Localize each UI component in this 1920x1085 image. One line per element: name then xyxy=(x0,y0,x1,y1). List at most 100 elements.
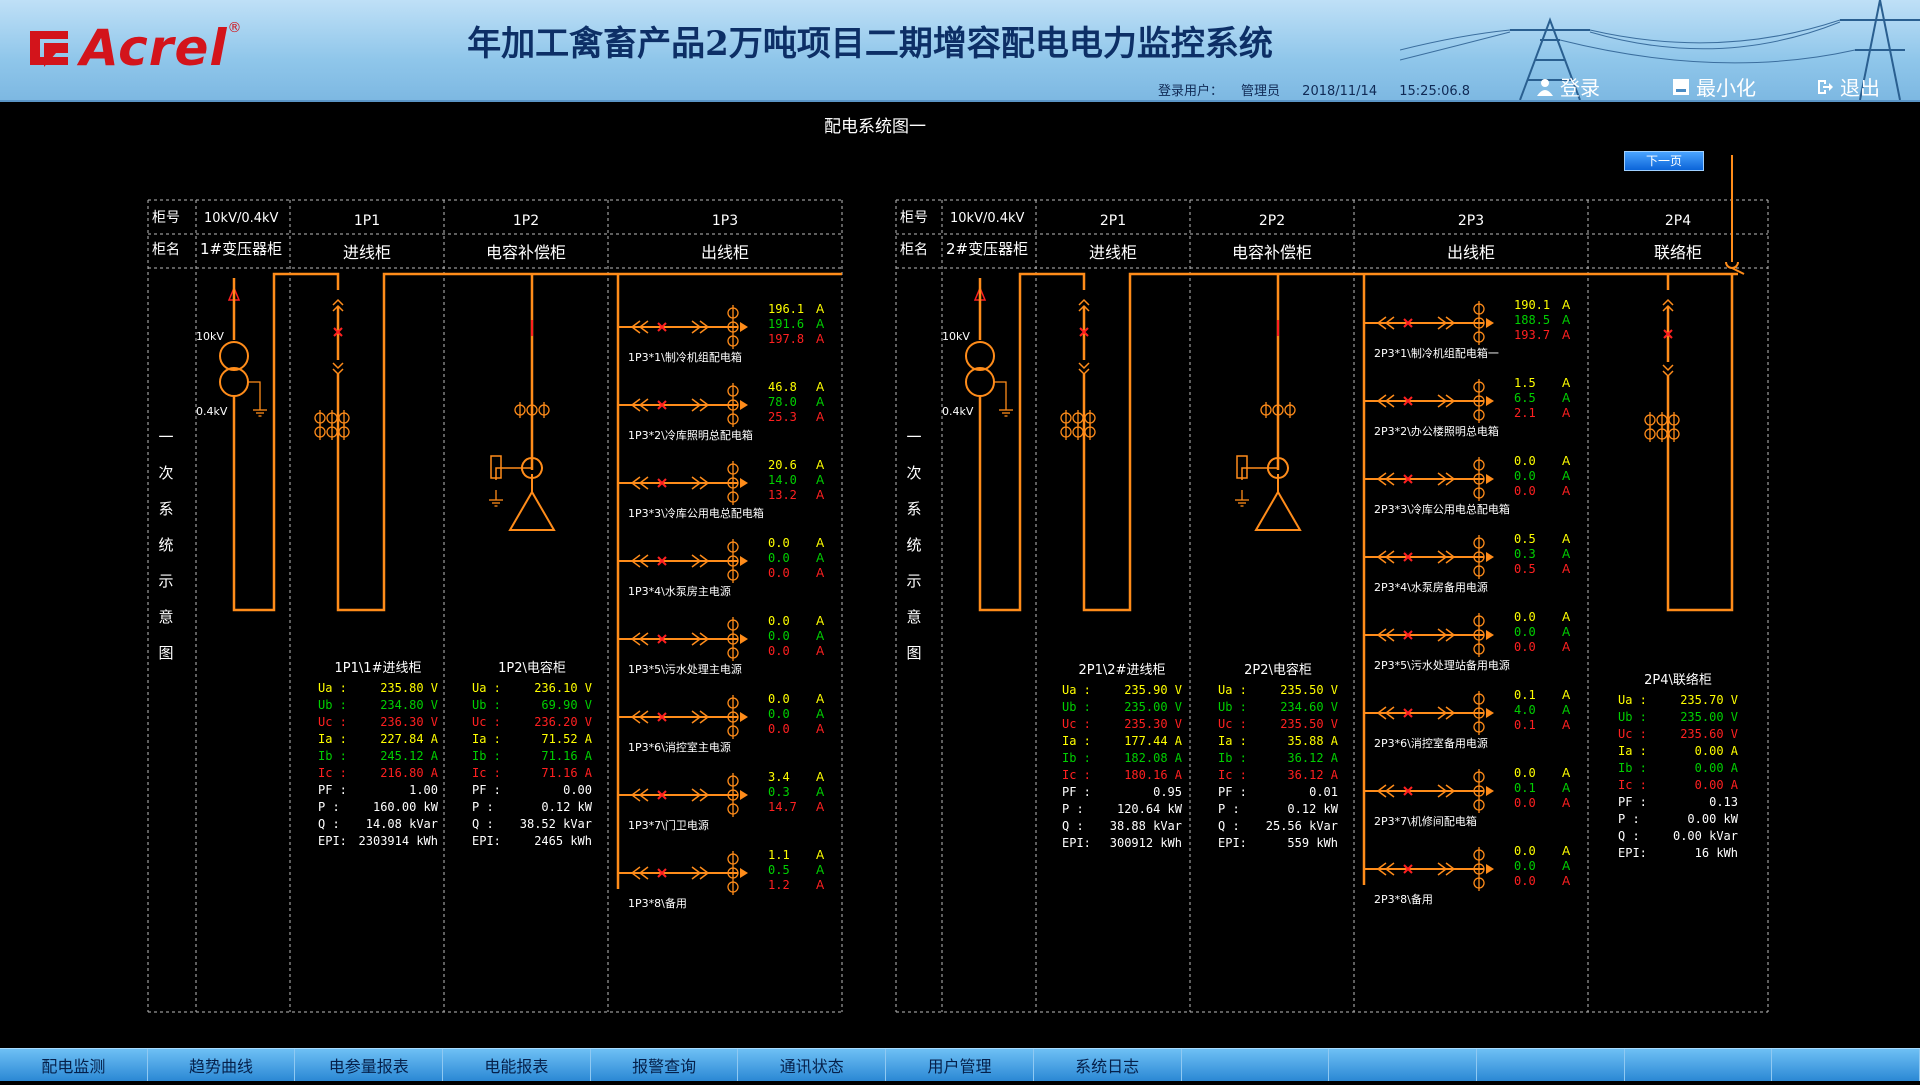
right-feeder-unit: A xyxy=(1562,766,1571,780)
left-arrow-icon xyxy=(740,556,748,566)
right-meter-key: EPI: xyxy=(1618,846,1647,860)
right-feeder-7: 0.00.10.0AAA2P3*7\机修间配电箱 xyxy=(1374,766,1571,828)
left-meter-key: Ia : xyxy=(472,732,501,746)
left-feeder-ic: 14.7 xyxy=(768,800,797,814)
right-feeder-5: 0.00.00.0AAA2P3*5\污水处理站备用电源 xyxy=(1374,610,1571,672)
left-feeder-6: 0.00.00.0AAA1P3*6\消控室主电源 xyxy=(628,692,825,754)
right-col-name-2P1: 进线柜 xyxy=(1089,243,1137,262)
right-feeder-unit: A xyxy=(1562,328,1571,342)
left-feeder-unit: A xyxy=(816,614,825,628)
left-feeder-unit: A xyxy=(816,410,825,424)
right-label-04kv: 0.4kV xyxy=(942,405,974,418)
nav-tab-7[interactable]: 用户管理 xyxy=(886,1049,1034,1081)
left-vertical-label-char: 次 xyxy=(158,464,173,482)
left-arrow-icon xyxy=(740,400,748,410)
right-meter-key: Ia : xyxy=(1218,734,1247,748)
left-feeder-name: 1P3*5\污水处理主电源 xyxy=(628,662,742,676)
left-feeder-ia: 46.8 xyxy=(768,380,797,394)
left-meter-value: 14.08 kVar xyxy=(366,817,438,831)
left-meter-key: Q : xyxy=(318,817,340,831)
nav-tab-8[interactable]: 系统日志 xyxy=(1034,1049,1182,1081)
left-meter-value: 235.80 V xyxy=(380,681,438,695)
right-col-no-2P2: 2P2 xyxy=(1259,213,1285,229)
right-meter-key: EPI: xyxy=(1218,836,1247,850)
right-meter-value: 120.64 kW xyxy=(1117,802,1183,816)
left-feeder-unit: A xyxy=(816,380,825,394)
left-feeder-unit: A xyxy=(816,863,825,877)
left-feeder-ia: 1.1 xyxy=(768,848,790,862)
right-meter-key: Ub : xyxy=(1618,710,1647,724)
left-feeder-ia: 0.0 xyxy=(768,692,790,706)
right-col-no-2P1: 2P1 xyxy=(1100,213,1126,229)
left-meter-key: Ua : xyxy=(472,681,501,695)
left-arrow-icon xyxy=(740,712,748,722)
left-feeder-unit: A xyxy=(816,566,825,580)
left-feeder-ib: 14.0 xyxy=(768,473,797,487)
left-meter-value: 1.00 xyxy=(409,783,438,797)
right-meter-key: Ua : xyxy=(1062,683,1091,697)
right-col-no-2P4: 2P4 xyxy=(1665,213,1691,229)
left-meter-value: 0.00 xyxy=(563,783,592,797)
nav-tab-3[interactable]: 电参量报表 xyxy=(295,1049,444,1081)
left-switch-chevron-icon xyxy=(332,298,344,306)
left-feeder-name: 1P3*7\门卫电源 xyxy=(628,818,709,832)
right-feeder-name: 2P3*3\冷库公用电总配电箱 xyxy=(1374,502,1510,516)
right-feeder-unit: A xyxy=(1562,313,1571,327)
right-feeder-unit: A xyxy=(1562,298,1571,312)
left-meter-key: PF : xyxy=(318,783,347,797)
right-tie-chevron-icon xyxy=(1662,298,1674,306)
left-label-04kv: 0.4kV xyxy=(196,405,228,418)
left-feeder-unit: A xyxy=(816,800,825,814)
nav-tab-5[interactable]: 报警查询 xyxy=(591,1049,739,1081)
left-feeder-unit: A xyxy=(816,473,825,487)
right-feeder-ic: 2.1 xyxy=(1514,406,1536,420)
nav-tab-6[interactable]: 通讯状态 xyxy=(738,1049,887,1081)
left-feeder-name: 1P3*8\备用 xyxy=(628,896,687,910)
right-feeder-ic: 0.1 xyxy=(1514,718,1536,732)
left-vertical-label-char: 一 xyxy=(158,428,173,446)
left-transformer-primary-icon xyxy=(219,341,249,371)
left-vertical-label-char: 统 xyxy=(158,536,173,554)
right-feeder-ib: 0.0 xyxy=(1514,469,1536,483)
left-label-cabinet-name: 柜名 xyxy=(152,242,180,258)
right-ct-icon xyxy=(1060,410,1096,440)
right-feeder-unit: A xyxy=(1562,406,1571,420)
left-meter-key: Ic : xyxy=(318,766,347,780)
left-feeder-ia: 0.0 xyxy=(768,614,790,628)
left-feeder-unit: A xyxy=(816,536,825,550)
left-arrow-icon xyxy=(740,868,748,878)
right-meter-key: P : xyxy=(1618,812,1640,826)
right-label-cabinet-name: 柜名 xyxy=(900,242,928,258)
right-meter-key: Ia : xyxy=(1618,744,1647,758)
right-meter-key: Ic : xyxy=(1218,768,1247,782)
nav-tab-1[interactable]: 配电监测 xyxy=(0,1049,148,1081)
right-feeder-unit: A xyxy=(1562,547,1571,561)
nav-tab-2[interactable]: 趋势曲线 xyxy=(148,1049,296,1081)
right-arrow-icon xyxy=(1486,396,1494,406)
left-feeder-3: 20.614.013.2AAA1P3*3\冷库公用电总配电箱 xyxy=(628,458,825,520)
right-meter-value: 0.00 kVar xyxy=(1673,829,1738,843)
left-feeder-unit: A xyxy=(816,317,825,331)
nav-tab-4[interactable]: 电能报表 xyxy=(443,1049,591,1081)
left-arrow-icon xyxy=(740,790,748,800)
right-feeder-unit: A xyxy=(1562,859,1571,873)
right-feeder-unit: A xyxy=(1562,610,1571,624)
right-meter-key: Ic : xyxy=(1062,768,1091,782)
left-feeder-7: 3.40.314.7AAA1P3*7\门卫电源 xyxy=(628,770,825,832)
left-capacitor-bank-icon xyxy=(508,490,556,531)
right-feeder-ib: 0.1 xyxy=(1514,781,1536,795)
right-meter-value: 235.50 V xyxy=(1280,717,1338,731)
left-feeder-ia: 196.1 xyxy=(768,302,804,316)
left-meter-key: P : xyxy=(318,800,340,814)
right-label-cabinet-no: 柜号 xyxy=(900,210,928,226)
right-feeder-ia: 0.1 xyxy=(1514,688,1536,702)
right-vertical-label-char: 一 xyxy=(906,428,921,446)
left-meter-key: Ib : xyxy=(318,749,347,763)
right-tie-loop xyxy=(1666,274,1734,612)
right-transformer-secondary-icon xyxy=(965,367,995,397)
right-capacitor-bank-icon xyxy=(1254,490,1302,531)
right-meter-title: 2P2\电容柜 xyxy=(1244,662,1312,678)
left-feeder-8: 1.10.51.2AAA1P3*8\备用 xyxy=(628,848,825,910)
left-feeder-5: 0.00.00.0AAA1P3*5\污水处理主电源 xyxy=(628,614,825,676)
left-feeder-ic: 0.0 xyxy=(768,566,790,580)
